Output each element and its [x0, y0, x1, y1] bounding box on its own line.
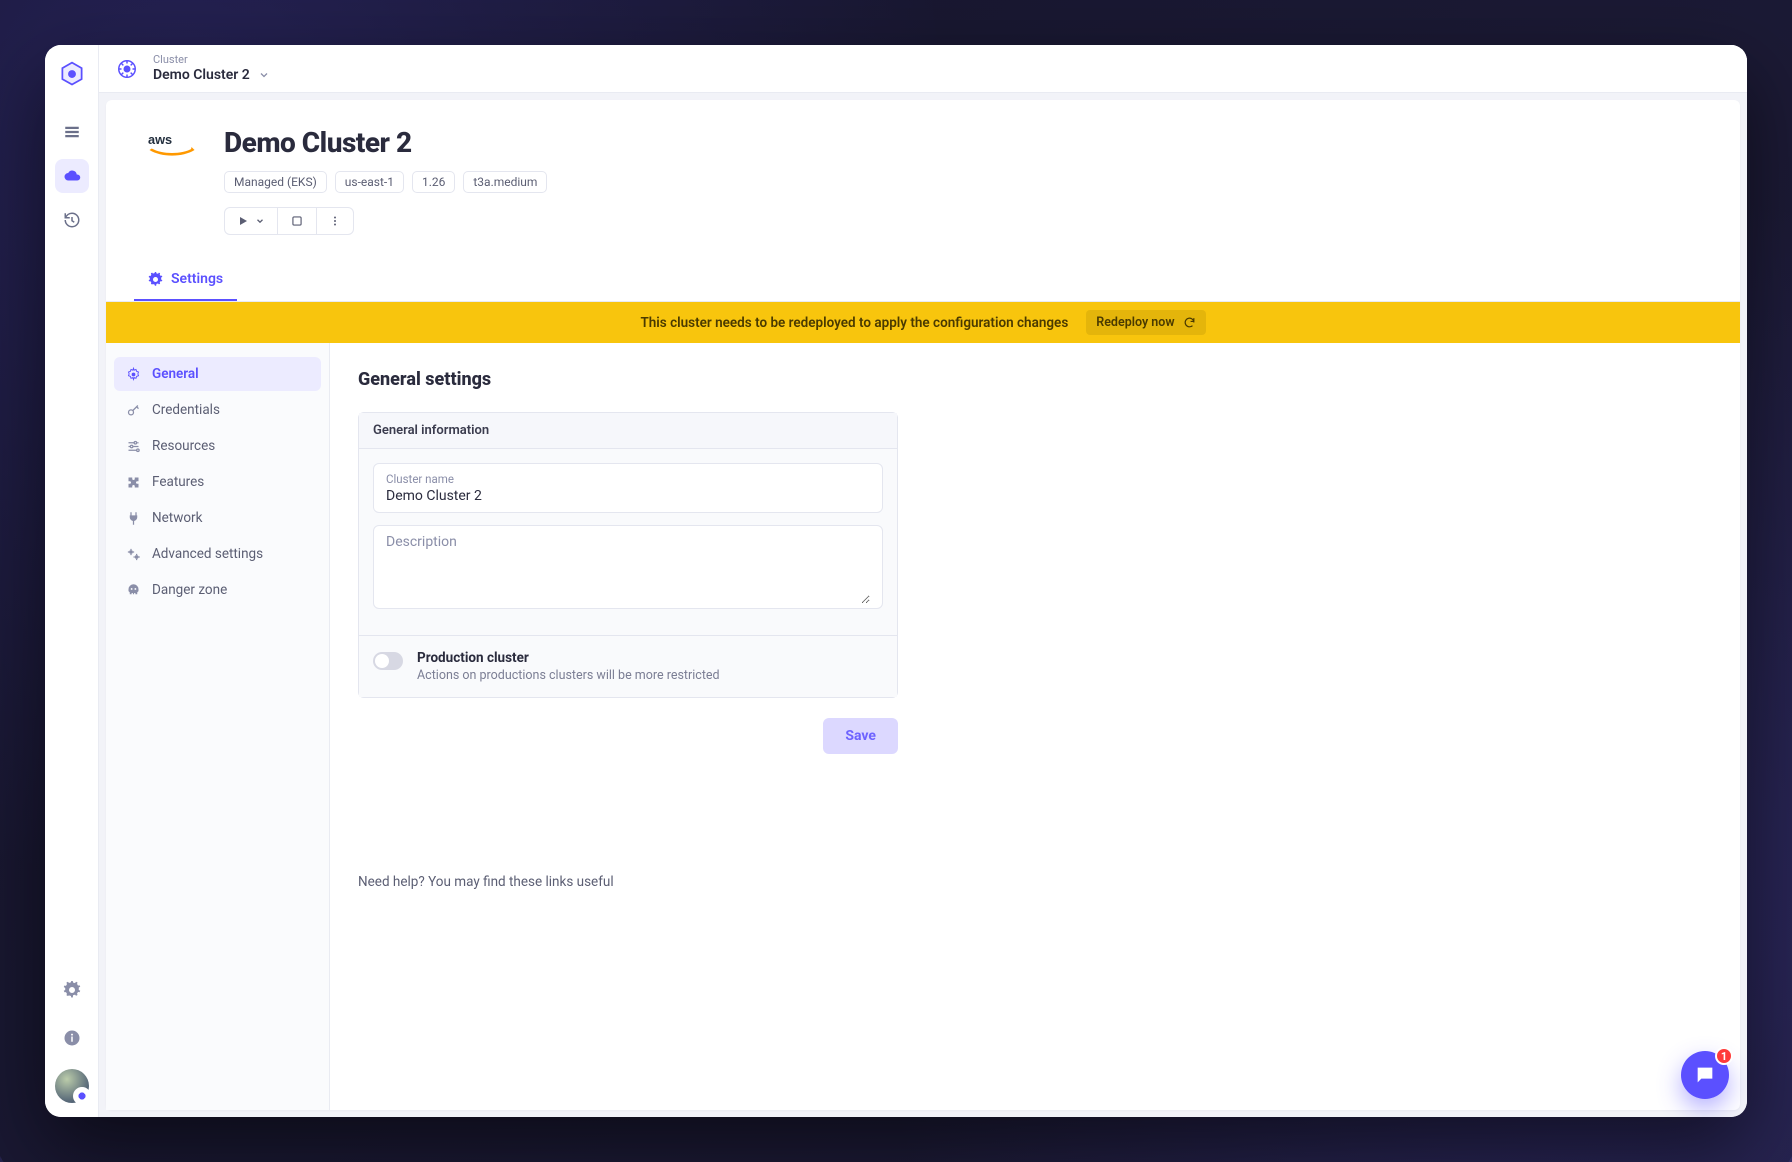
sidebar-item-network[interactable]: Network	[114, 501, 321, 535]
provider-logo-aws: aws	[146, 126, 198, 162]
skull-icon	[126, 583, 142, 598]
chevron-down-icon	[258, 69, 270, 81]
chip-region: us-east-1	[335, 171, 404, 193]
action-more[interactable]	[316, 208, 353, 234]
cluster-title: Demo Cluster 2	[224, 126, 547, 159]
user-avatar[interactable]	[55, 1069, 89, 1103]
nav-settings[interactable]	[55, 973, 89, 1007]
topbar: Cluster Demo Cluster 2	[99, 45, 1747, 93]
gears-icon	[126, 547, 142, 562]
nav-info[interactable]	[55, 1021, 89, 1055]
settings-sidebar: General Credentials Resources Featu	[106, 343, 330, 1110]
gear-icon	[126, 367, 142, 382]
breadcrumb-label: Cluster	[153, 54, 270, 67]
tab-settings[interactable]: Settings	[134, 259, 237, 301]
redeploy-button[interactable]: Redeploy now	[1086, 310, 1205, 335]
description-input[interactable]	[386, 550, 870, 604]
tab-label: Settings	[171, 271, 223, 287]
sidebar-item-features[interactable]: Features	[114, 465, 321, 499]
breadcrumb-icon	[115, 57, 139, 81]
svg-text:aws: aws	[148, 132, 172, 147]
puzzle-icon	[126, 475, 142, 490]
chip-instance: t3a.medium	[463, 171, 547, 193]
chat-launcher[interactable]: 1	[1681, 1051, 1729, 1099]
action-deploy[interactable]	[225, 208, 277, 234]
sidebar-item-general[interactable]: General	[114, 357, 321, 391]
sliders-icon	[126, 439, 142, 454]
cluster-header: aws Demo Cluster 2 Managed (EKS) us-east…	[106, 100, 1740, 235]
chip-managed: Managed (EKS)	[224, 171, 327, 193]
cluster-name-input[interactable]	[386, 488, 870, 504]
chat-badge: 1	[1715, 1047, 1733, 1065]
refresh-icon	[1183, 316, 1196, 329]
banner-text: This cluster needs to be redeployed to a…	[640, 315, 1068, 331]
sidebar-item-danger[interactable]: Danger zone	[114, 573, 321, 607]
plug-icon	[126, 511, 142, 526]
chip-version: 1.26	[412, 171, 455, 193]
production-toggle-subtitle: Actions on productions clusters will be …	[417, 668, 720, 683]
sidebar-item-resources[interactable]: Resources	[114, 429, 321, 463]
key-icon	[126, 403, 142, 418]
sidebar-item-credentials[interactable]: Credentials	[114, 393, 321, 427]
breadcrumb[interactable]: Cluster Demo Cluster 2	[153, 54, 270, 83]
production-toggle[interactable]	[373, 652, 403, 670]
app-logo[interactable]	[57, 59, 87, 89]
save-button[interactable]: Save	[823, 718, 898, 754]
cluster-name-field[interactable]: Cluster name	[373, 463, 883, 513]
panel-title: General information	[359, 413, 897, 449]
redeploy-banner: This cluster needs to be redeployed to a…	[106, 302, 1740, 343]
sidebar-item-advanced[interactable]: Advanced settings	[114, 537, 321, 571]
breadcrumb-value: Demo Cluster 2	[153, 67, 250, 83]
section-title: General settings	[358, 369, 1712, 390]
gear-icon	[148, 272, 163, 287]
description-field[interactable]: Description	[373, 525, 883, 609]
chat-icon	[1694, 1064, 1716, 1086]
help-text: Need help? You may find these links usef…	[358, 874, 1712, 890]
general-info-panel: General information Cluster name Descrip…	[358, 412, 898, 698]
left-rail	[45, 45, 99, 1117]
production-toggle-title: Production cluster	[417, 650, 720, 666]
nav-clusters[interactable]	[55, 159, 89, 193]
nav-environments[interactable]	[55, 115, 89, 149]
nav-history[interactable]	[55, 203, 89, 237]
action-stop[interactable]	[277, 208, 316, 234]
